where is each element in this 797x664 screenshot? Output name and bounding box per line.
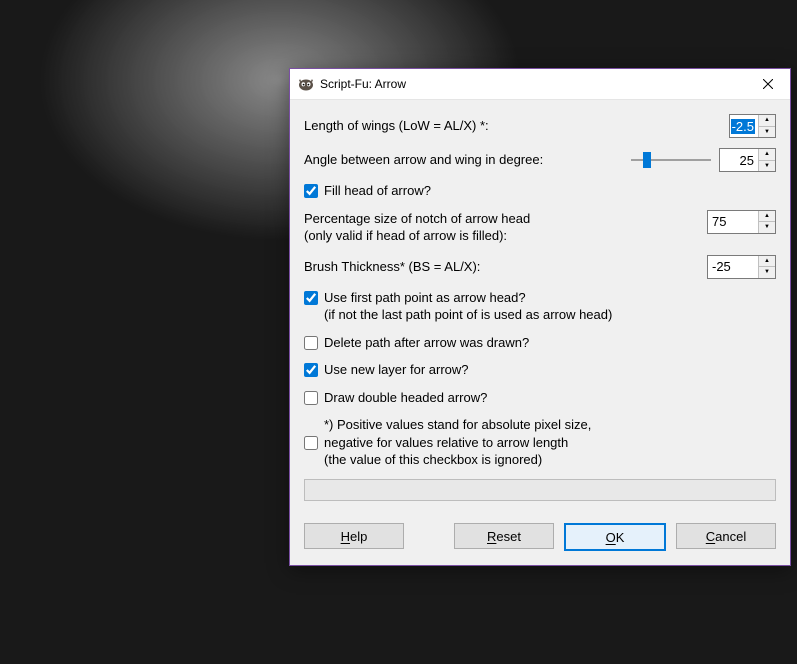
close-icon [763, 79, 773, 89]
notch-input[interactable] [708, 211, 758, 233]
ok-text: K [616, 530, 625, 545]
notch-label: Percentage size of notch of arrow head (… [304, 210, 707, 245]
angle-label: Angle between arrow and wing in degree: [304, 151, 631, 169]
spinner-buttons: ▲ ▼ [758, 211, 775, 233]
row-first-point: Use first path point as arrow head? (if … [304, 289, 776, 324]
fill-head-checkbox[interactable] [304, 184, 318, 198]
notch-spinner[interactable]: ▲ ▼ [707, 210, 776, 234]
first-point-checkbox[interactable] [304, 291, 318, 305]
brush-input[interactable] [708, 256, 758, 278]
row-angle: Angle between arrow and wing in degree: … [304, 148, 776, 172]
angle-control-group: ▲ ▼ [631, 148, 776, 172]
cancel-text: ancel [715, 529, 746, 544]
length-of-wings-label: Length of wings (LoW = AL/X) *: [304, 117, 729, 135]
window-title: Script-Fu: Arrow [320, 77, 745, 91]
new-layer-label[interactable]: Use new layer for arrow? [324, 361, 469, 379]
spin-down-icon[interactable]: ▼ [759, 161, 775, 172]
wilber-icon [298, 76, 314, 92]
help-button[interactable]: Help [304, 523, 404, 549]
angle-input[interactable] [720, 149, 758, 171]
angle-spinner[interactable]: ▲ ▼ [719, 148, 776, 172]
spinner-buttons: ▲ ▼ [758, 256, 775, 278]
spin-up-icon[interactable]: ▲ [759, 115, 775, 127]
spin-up-icon[interactable]: ▲ [759, 211, 775, 223]
footnote-checkbox[interactable] [304, 436, 318, 450]
spin-up-icon[interactable]: ▲ [759, 149, 775, 161]
titlebar: Script-Fu: Arrow [290, 69, 790, 100]
brush-label: Brush Thickness* (BS = AL/X): [304, 258, 707, 276]
row-length-of-wings: Length of wings (LoW = AL/X) *: -2.5 ▲ ▼ [304, 114, 776, 138]
fill-head-label[interactable]: Fill head of arrow? [324, 182, 431, 200]
cancel-button[interactable]: Cancel [676, 523, 776, 549]
row-new-layer: Use new layer for arrow? [304, 361, 776, 379]
close-button[interactable] [745, 69, 790, 99]
reset-text: eset [496, 529, 521, 544]
row-delete-path: Delete path after arrow was drawn? [304, 334, 776, 352]
progress-bar [304, 479, 776, 501]
slider-thumb[interactable] [643, 152, 651, 168]
spinner-buttons: ▲ ▼ [758, 149, 775, 171]
double-headed-label[interactable]: Draw double headed arrow? [324, 389, 487, 407]
footnote-label: *) Positive values stand for absolute pi… [324, 416, 591, 469]
double-headed-checkbox[interactable] [304, 391, 318, 405]
spin-down-icon[interactable]: ▼ [759, 267, 775, 278]
new-layer-checkbox[interactable] [304, 363, 318, 377]
spin-down-icon[interactable]: ▼ [759, 127, 775, 138]
row-fill-head: Fill head of arrow? [304, 182, 776, 200]
delete-path-label[interactable]: Delete path after arrow was drawn? [324, 334, 529, 352]
ok-button[interactable]: OK [564, 523, 666, 551]
brush-spinner[interactable]: ▲ ▼ [707, 255, 776, 279]
row-footnote: *) Positive values stand for absolute pi… [304, 416, 776, 469]
row-brush: Brush Thickness* (BS = AL/X): ▲ ▼ [304, 255, 776, 279]
spin-down-icon[interactable]: ▼ [759, 222, 775, 233]
button-bar: Help Reset OK Cancel [290, 513, 790, 565]
first-point-label[interactable]: Use first path point as arrow head? (if … [324, 289, 612, 324]
delete-path-checkbox[interactable] [304, 336, 318, 350]
spinner-buttons: ▲ ▼ [758, 115, 775, 137]
row-notch: Percentage size of notch of arrow head (… [304, 210, 776, 245]
reset-button[interactable]: Reset [454, 523, 554, 549]
dialog-content: Length of wings (LoW = AL/X) *: -2.5 ▲ ▼… [290, 100, 790, 513]
help-text: elp [350, 529, 367, 544]
row-double-headed: Draw double headed arrow? [304, 389, 776, 407]
length-of-wings-spinner[interactable]: -2.5 ▲ ▼ [729, 114, 776, 138]
angle-slider[interactable] [631, 150, 711, 170]
script-fu-arrow-dialog: Script-Fu: Arrow Length of wings (LoW = … [289, 68, 791, 566]
spin-up-icon[interactable]: ▲ [759, 256, 775, 268]
length-of-wings-value[interactable]: -2.5 [730, 115, 758, 137]
